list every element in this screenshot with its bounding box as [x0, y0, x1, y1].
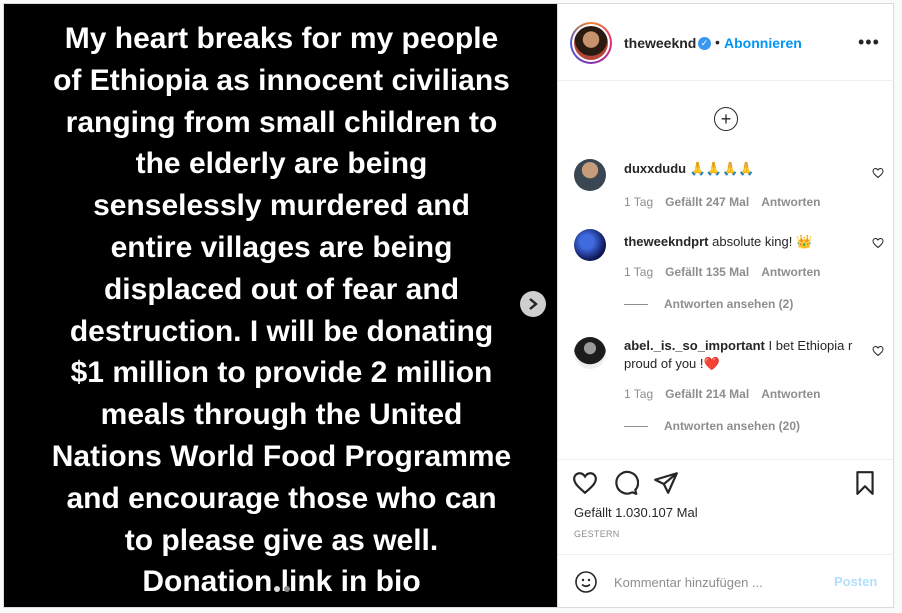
post-media[interactable]: My heart breaks for my people of Ethiopi… [3, 3, 558, 608]
post-text-line: ranging from small children to [65, 105, 498, 139]
commenter-avatar[interactable] [574, 159, 606, 191]
comment-input[interactable] [614, 569, 814, 595]
comment-text: duxxdudu 🙏🙏🙏🙏 [624, 160, 854, 178]
view-replies-label: Antworten ansehen (2) [664, 297, 794, 311]
carousel-indicator [274, 586, 290, 592]
comment-button[interactable] [613, 470, 641, 498]
post-text-line: Nations World Food Programme [51, 439, 512, 473]
header-separator: • [715, 34, 720, 50]
post-text-line: displaced out of fear and [103, 272, 460, 306]
post-text-line: destruction. I will be donating [69, 314, 494, 348]
comment-item: abel._is._so_important I bet Ethiopia r … [574, 337, 884, 437]
comment-time[interactable]: 1 Tag [624, 195, 653, 209]
like-comment-button[interactable] [872, 167, 884, 182]
comment-item: duxxdudu 🙏🙏🙏🙏 1 Tag Gefällt 247 Mal Antw… [574, 159, 884, 209]
author-avatar[interactable] [570, 22, 612, 64]
post-text-line: $1 million to provide 2 million [70, 356, 493, 390]
like-comment-button[interactable] [872, 345, 884, 360]
comment-text: abel._is._so_important I bet Ethiopia r … [624, 337, 854, 373]
next-image-button[interactable] [520, 291, 546, 317]
plus-circle-icon: + [720, 108, 732, 129]
follow-button[interactable]: Abonnieren [724, 35, 802, 51]
comment-likes[interactable]: Gefällt 135 Mal [665, 265, 749, 279]
post-image-text: My heart breaks for my people of Ethiopi… [4, 18, 559, 603]
comment-likes[interactable]: Gefällt 214 Mal [665, 387, 749, 401]
post-text-line: to please give as well. [124, 523, 439, 557]
heart-icon [872, 237, 884, 249]
commenter-username[interactable]: abel._is._so_important [624, 338, 765, 353]
smiley-icon [575, 571, 597, 593]
post-text-line: meals through the United [100, 398, 463, 432]
add-comment-section: Posten [558, 554, 894, 610]
bookmark-icon [856, 471, 874, 495]
reply-button[interactable]: Antworten [761, 265, 820, 279]
post-text-line: and encourage those who can [66, 481, 497, 515]
post-comment-button[interactable]: Posten [834, 574, 877, 589]
like-button[interactable] [572, 470, 600, 498]
post-text-line: the elderly are being [135, 147, 428, 181]
post-date[interactable]: GESTERN [574, 529, 620, 539]
reply-button[interactable]: Antworten [761, 195, 820, 209]
comment-item: theweekndprt absolute king! 👑 1 Tag Gefä… [574, 229, 884, 319]
author-avatar-inner [572, 24, 610, 62]
verified-badge-icon: ✓ [698, 37, 711, 50]
comment-meta: 1 Tag Gefällt 214 Mal Antworten [624, 387, 821, 401]
commenter-username[interactable]: theweekndprt [624, 234, 709, 249]
author-username[interactable]: theweeknd [624, 35, 696, 51]
more-options-button[interactable]: ••• [858, 32, 880, 53]
author-avatar-image [574, 26, 608, 60]
comment-bubble-icon [615, 470, 640, 495]
post-text-line: entire villages are being [110, 230, 453, 264]
post-text-line: senselessly murdered and [93, 189, 470, 223]
carousel-dot-active [274, 586, 280, 592]
comment-time[interactable]: 1 Tag [624, 387, 653, 401]
commenter-avatar[interactable] [574, 229, 606, 261]
save-button[interactable] [852, 470, 880, 498]
comments-list: + duxxdudu 🙏🙏🙏🙏 1 Tag Gefällt 247 Mal An… [558, 81, 894, 459]
post-text-line: of Ethiopia as innocent civilians [53, 63, 510, 97]
view-replies-label: Antworten ansehen (20) [664, 419, 801, 433]
chevron-right-icon [529, 298, 538, 310]
load-more-comments-button[interactable]: + [714, 107, 738, 131]
heart-icon [872, 345, 884, 357]
post-side-panel: theweeknd ✓ • Abonnieren ••• + duxxdudu … [558, 3, 894, 608]
comment-meta: 1 Tag Gefällt 135 Mal Antworten [624, 265, 821, 279]
post-actions: Gefällt 1.030.107 Mal GESTERN Posten [558, 459, 894, 609]
heart-icon [573, 472, 597, 495]
instagram-post-view: My heart breaks for my people of Ethiopi… [0, 0, 902, 613]
heart-icon [872, 167, 884, 179]
comment-content: 🙏🙏🙏🙏 [689, 161, 755, 176]
post-header: theweeknd ✓ • Abonnieren ••• [558, 4, 894, 81]
view-replies-button[interactable]: Antworten ansehen (20) [624, 419, 800, 433]
comment-text: theweekndprt absolute king! 👑 [624, 233, 854, 251]
comment-time[interactable]: 1 Tag [624, 265, 653, 279]
like-comment-button[interactable] [872, 237, 884, 252]
post-text-line: My heart breaks for my people [64, 22, 499, 55]
comment-content: absolute king! 👑 [712, 234, 813, 249]
carousel-dot [284, 586, 290, 592]
comment-likes[interactable]: Gefällt 247 Mal [665, 195, 749, 209]
paper-plane-icon [654, 472, 678, 494]
post-likes-count[interactable]: Gefällt 1.030.107 Mal [574, 505, 698, 520]
emoji-button[interactable] [574, 570, 600, 596]
replies-divider [624, 303, 648, 305]
comment-meta: 1 Tag Gefällt 247 Mal Antworten [624, 195, 821, 209]
commenter-avatar[interactable] [574, 337, 606, 369]
commenter-username[interactable]: duxxdudu [624, 161, 686, 176]
view-replies-button[interactable]: Antworten ansehen (2) [624, 297, 793, 311]
replies-divider [624, 425, 648, 427]
post-text-line: Donation link in bio [142, 565, 421, 599]
share-button[interactable] [653, 470, 681, 498]
reply-button[interactable]: Antworten [761, 387, 820, 401]
